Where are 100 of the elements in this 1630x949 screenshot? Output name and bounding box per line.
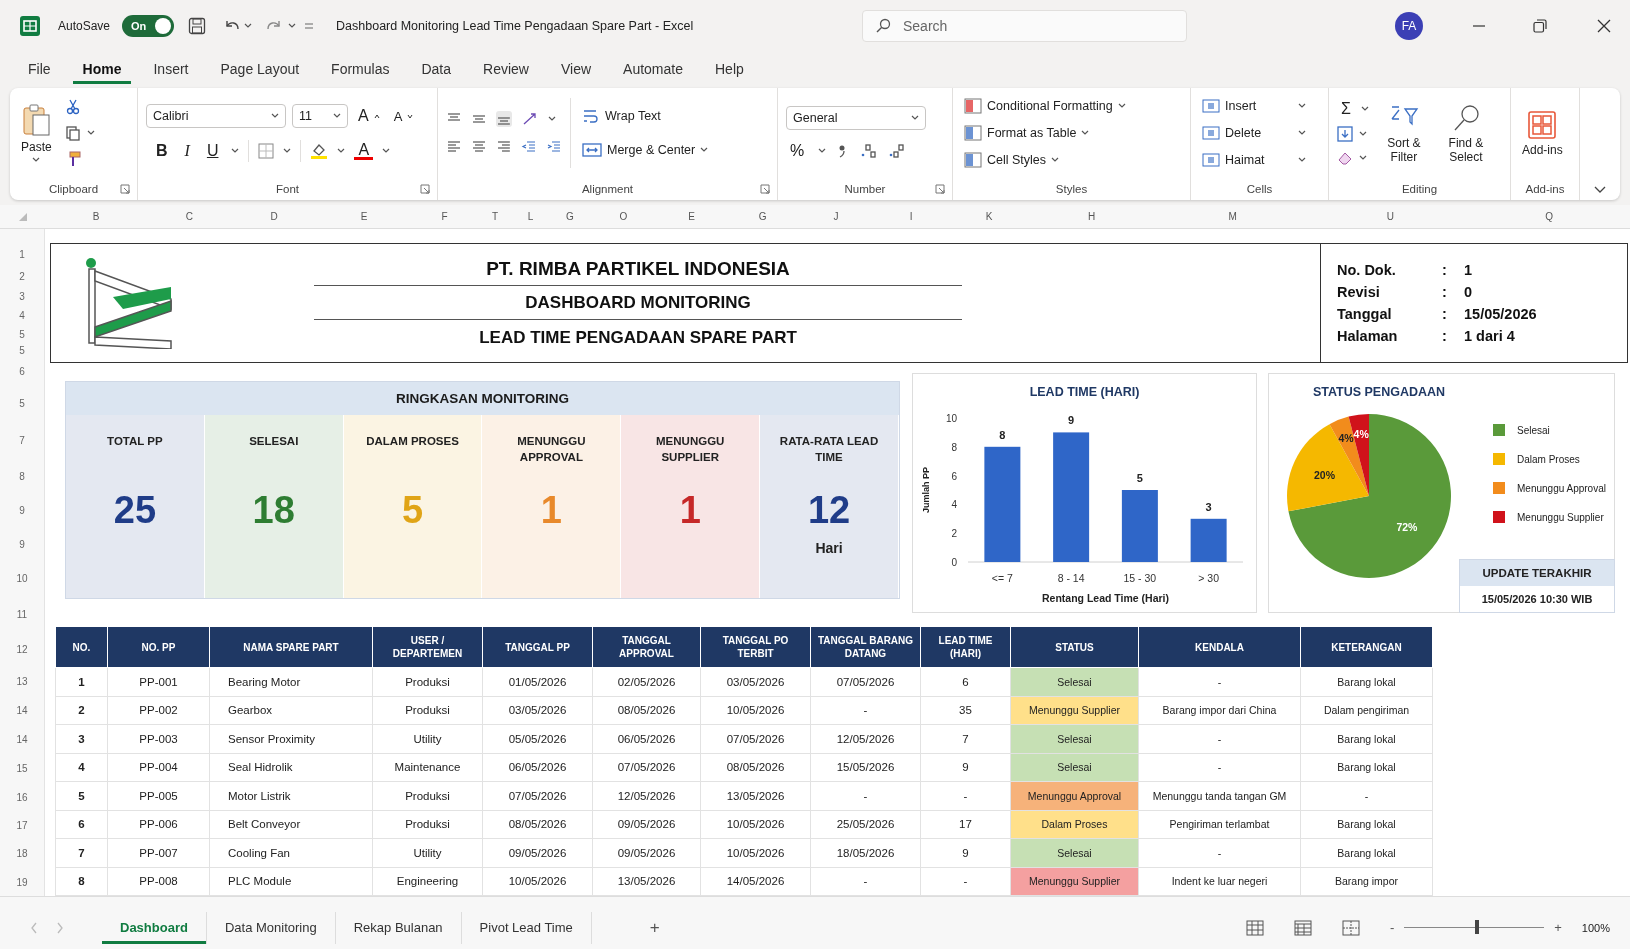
caret-icon[interactable] xyxy=(1298,130,1306,136)
row-number[interactable]: 1 xyxy=(19,248,25,260)
font-size-dropdown[interactable]: 11 xyxy=(292,104,348,128)
align-left-icon[interactable] xyxy=(446,139,462,155)
increase-indent-icon[interactable] xyxy=(546,139,562,155)
cells-button[interactable]: Delete xyxy=(1199,123,1309,143)
decrease-decimal-icon[interactable] xyxy=(888,143,907,159)
row-number[interactable]: 9 xyxy=(19,505,25,516)
autosave-toggle[interactable]: On xyxy=(122,15,175,37)
caret-icon[interactable] xyxy=(1359,131,1367,137)
page-break-view-icon[interactable] xyxy=(1341,919,1360,936)
row-number[interactable]: 18 xyxy=(16,848,28,860)
dialog-launcher-icon[interactable] xyxy=(120,184,130,194)
caret-icon[interactable] xyxy=(1298,103,1306,109)
dialog-launcher-icon[interactable] xyxy=(760,184,770,194)
sheet-tab[interactable]: Dashboard xyxy=(102,911,207,944)
caret-up-icon[interactable] xyxy=(373,113,380,119)
italic-button[interactable]: I xyxy=(180,142,194,160)
collapse-ribbon-icon[interactable] xyxy=(1594,186,1606,194)
sort-filter-button[interactable]: Sort & Filter xyxy=(1376,100,1431,166)
row-number[interactable]: 17 xyxy=(16,820,28,831)
caret-icon[interactable] xyxy=(1360,106,1369,112)
column-header[interactable]: C xyxy=(147,211,232,222)
ribbon-tab[interactable]: Page Layout xyxy=(210,54,310,84)
zoom-out-button[interactable]: - xyxy=(1389,920,1395,935)
caret-icon[interactable] xyxy=(382,148,391,154)
decrease-indent-icon[interactable] xyxy=(521,139,537,155)
caret-icon[interactable] xyxy=(1359,155,1367,161)
wrap-text-button[interactable]: Wrap Text xyxy=(579,106,712,126)
row-number[interactable]: 11 xyxy=(16,608,28,620)
save-icon[interactable] xyxy=(188,17,207,35)
ribbon-tab[interactable]: Insert xyxy=(143,54,199,84)
caret-icon[interactable] xyxy=(244,23,253,29)
close-icon[interactable] xyxy=(1597,19,1611,33)
caret-icon[interactable] xyxy=(32,157,41,163)
sheet-tab[interactable]: Pivot Lead Time xyxy=(461,911,592,944)
caret-icon[interactable] xyxy=(1298,157,1306,163)
sheet-tab[interactable]: Data Monitoring xyxy=(206,911,336,944)
ribbon-tab[interactable]: Help xyxy=(705,54,754,84)
fill-down-icon[interactable] xyxy=(1337,126,1353,142)
column-header[interactable]: I xyxy=(874,211,949,222)
zoom-level[interactable]: 100% xyxy=(1581,921,1610,934)
caret-icon[interactable] xyxy=(911,115,919,121)
caret-icon[interactable] xyxy=(700,147,709,153)
column-header[interactable]: L xyxy=(512,211,549,222)
column-header[interactable]: E xyxy=(655,211,728,222)
ribbon-tab[interactable]: View xyxy=(550,54,602,84)
caret-down-icon[interactable] xyxy=(407,113,414,119)
font-name-dropdown[interactable]: Calibri xyxy=(146,104,286,128)
search-box[interactable]: Search xyxy=(862,10,1187,42)
user-avatar[interactable]: FA xyxy=(1395,12,1423,40)
row-number[interactable]: 6 xyxy=(19,365,25,377)
dialog-launcher-icon[interactable] xyxy=(420,184,430,194)
row-number[interactable]: 13 xyxy=(16,675,28,687)
underline-button[interactable]: U xyxy=(202,142,223,160)
column-header[interactable]: Q xyxy=(1468,211,1630,222)
column-header[interactable]: B xyxy=(45,211,147,222)
caret-icon[interactable] xyxy=(288,23,297,29)
row-number[interactable]: 14 xyxy=(16,733,28,745)
column-header[interactable]: H xyxy=(1029,211,1154,222)
column-header[interactable]: O xyxy=(591,211,656,222)
page-layout-view-icon[interactable] xyxy=(1293,919,1312,936)
cells-button[interactable]: Insert xyxy=(1199,96,1309,116)
add-ins-button[interactable]: Add-ins xyxy=(1519,107,1566,159)
normal-view-icon[interactable] xyxy=(1245,919,1264,936)
styles-button[interactable]: Conditional Formatting xyxy=(961,96,1129,116)
caret-icon[interactable] xyxy=(283,148,292,154)
fill-color-icon[interactable] xyxy=(310,142,329,160)
row-number[interactable]: 9 xyxy=(19,539,25,550)
align-right-icon[interactable] xyxy=(496,139,512,155)
column-header[interactable]: D xyxy=(231,211,317,222)
caret-icon[interactable] xyxy=(818,148,827,154)
shrink-font-button[interactable]: A xyxy=(389,108,418,124)
copy-icon[interactable] xyxy=(64,125,81,141)
cut-icon[interactable] xyxy=(64,99,81,115)
column-header[interactable]: K xyxy=(948,211,1030,222)
column-header[interactable]: E xyxy=(316,211,412,222)
ribbon-tab[interactable]: Review xyxy=(473,54,539,84)
bold-button[interactable]: B xyxy=(152,142,172,160)
number-format-dropdown[interactable]: General xyxy=(786,106,926,130)
caret-icon[interactable] xyxy=(231,148,240,154)
cells-button[interactable]: Haimat xyxy=(1199,150,1309,170)
row-number[interactable]: 5 xyxy=(19,328,25,340)
row-number[interactable]: 7 xyxy=(19,435,25,447)
percent-button[interactable]: % xyxy=(786,142,809,160)
paste-button[interactable]: Paste xyxy=(18,101,55,165)
orientation-icon[interactable] xyxy=(521,111,539,127)
row-number[interactable]: 4 xyxy=(19,309,25,321)
caret-icon[interactable] xyxy=(271,113,279,119)
row-number[interactable]: 12 xyxy=(16,643,28,655)
caret-icon[interactable] xyxy=(1117,103,1126,109)
caret-icon[interactable] xyxy=(86,130,95,136)
font-color-button[interactable]: A xyxy=(354,142,374,160)
merge-center-button[interactable]: Merge & Center xyxy=(579,140,712,160)
row-number[interactable]: 10 xyxy=(16,573,28,585)
row-number[interactable]: 5 xyxy=(19,398,25,409)
ribbon-tab[interactable]: Home xyxy=(72,54,132,84)
autosum-button[interactable]: Σ xyxy=(1337,100,1355,118)
eraser-icon[interactable] xyxy=(1337,150,1353,166)
row-number[interactable]: 2 xyxy=(19,271,25,283)
